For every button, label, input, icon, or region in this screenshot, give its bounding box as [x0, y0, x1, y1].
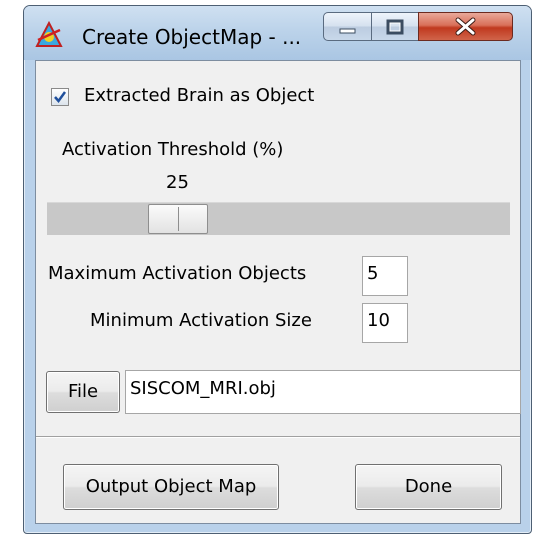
checkmark-icon [54, 91, 67, 104]
dialog-client-area: Extracted Brain as Object Activation Thr… [35, 60, 521, 524]
maximize-button[interactable] [371, 12, 419, 41]
extract-brain-checkbox[interactable] [51, 88, 69, 106]
separator [36, 436, 520, 438]
threshold-slider[interactable] [47, 202, 510, 235]
min-size-field[interactable]: 10 [362, 303, 408, 343]
threshold-slider-thumb[interactable] [147, 204, 208, 234]
max-objects-label: Maximum Activation Objects [48, 263, 307, 284]
file-path-field[interactable]: SISCOM_MRI.obj [125, 370, 521, 414]
title-bar[interactable]: Create ObjectMap - ... [24, 6, 531, 60]
min-size-label: Minimum Activation Size [90, 310, 312, 331]
extract-brain-label: Extracted Brain as Object [84, 85, 315, 106]
threshold-label: Activation Threshold (%) [62, 139, 284, 160]
done-button[interactable]: Done [355, 464, 502, 510]
window-title: Create ObjectMap - ... [82, 25, 302, 49]
max-objects-field[interactable]: 5 [362, 256, 408, 296]
close-button[interactable] [418, 12, 513, 41]
app-logo-icon [34, 20, 64, 50]
output-object-map-button[interactable]: Output Object Map [63, 464, 279, 510]
file-button[interactable]: File [46, 371, 120, 413]
threshold-value: 25 [166, 172, 189, 193]
dialog-window: Create ObjectMap - ... Extracted Brain a… [23, 5, 532, 534]
minimize-button[interactable] [323, 12, 372, 41]
